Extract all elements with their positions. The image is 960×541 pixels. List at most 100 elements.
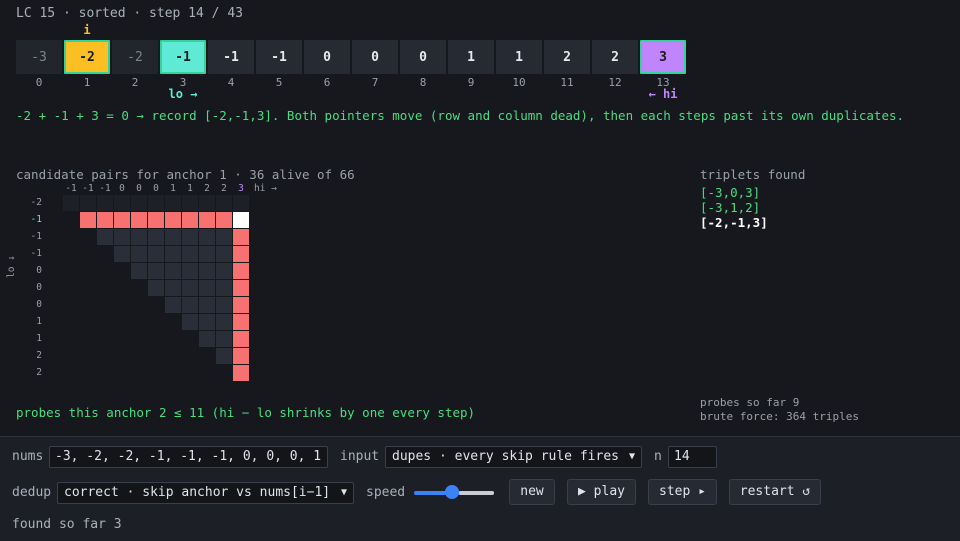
grid-cell	[233, 314, 249, 330]
grid-cell	[199, 229, 215, 245]
grid-cell	[233, 348, 249, 364]
grid-cell	[165, 246, 181, 262]
grid-cell	[148, 195, 164, 211]
grid-cell	[131, 212, 147, 228]
array-index: 11	[560, 76, 574, 89]
speed-slider-handle[interactable]	[445, 485, 459, 499]
array-cell: -1	[208, 40, 254, 74]
play-button[interactable]: ▶ play	[567, 479, 636, 505]
grid-cell	[182, 297, 198, 313]
hi-axis-label: hi →	[254, 183, 277, 194]
speed-slider-rest[interactable]	[459, 491, 494, 495]
n-input[interactable]: 14	[668, 446, 717, 468]
grid-cell	[114, 212, 130, 228]
grid-cell	[233, 246, 249, 262]
grid-cell	[199, 314, 215, 330]
grid-col-label: 0	[119, 183, 125, 194]
grid-cell	[233, 365, 249, 381]
found-count: found so far 3	[12, 517, 122, 532]
array-cell: -3	[16, 40, 62, 74]
array-cell: 3	[640, 40, 686, 74]
grid-cell	[216, 263, 232, 279]
grid-cell	[182, 280, 198, 296]
array-index: 2	[131, 76, 139, 89]
grid-cell	[199, 246, 215, 262]
step-button[interactable]: step ▸	[648, 479, 717, 505]
probes-total: probes so far 9	[700, 396, 800, 409]
dedup-select[interactable]: correct · skip anchor vs nums[i−1] ▼	[57, 482, 354, 504]
array-index: 9	[467, 76, 475, 89]
grid-col-label: 1	[187, 183, 193, 194]
grid-cell	[216, 331, 232, 347]
grid-row-label: 1	[36, 333, 42, 344]
grid-cell	[182, 246, 198, 262]
lo-axis-label: lo ↓	[6, 255, 17, 278]
array-index: 12	[608, 76, 622, 89]
dedup-label: dedup	[12, 485, 52, 500]
grid-row-label: 0	[36, 299, 42, 310]
input-select[interactable]: dupes · every skip rule fires ▼	[385, 446, 642, 468]
grid-cell	[199, 195, 215, 211]
grid-cell	[165, 280, 181, 296]
array-index: 7	[371, 76, 379, 89]
grid-cell	[233, 263, 249, 279]
array-cell: 0	[400, 40, 446, 74]
grid-cell	[182, 263, 198, 279]
grid-cell	[97, 229, 113, 245]
grid-cell	[199, 212, 215, 228]
array-cell: -1	[160, 40, 206, 74]
grid-cell	[148, 246, 164, 262]
grid-cell	[165, 212, 181, 228]
grid-cell	[199, 280, 215, 296]
grid-cell	[182, 195, 198, 211]
triplets-title: triplets found	[700, 167, 806, 182]
grid-col-label: -1	[99, 183, 111, 194]
grid-cell	[63, 195, 79, 211]
grid-row-label: 1	[36, 316, 42, 327]
array-index: 8	[419, 76, 427, 89]
grid-cell	[233, 297, 249, 313]
grid-cell	[131, 246, 147, 262]
nums-label: nums	[12, 449, 44, 464]
grid-cell	[216, 195, 232, 211]
grid-cell	[131, 229, 147, 245]
restart-button[interactable]: restart ↺	[729, 479, 821, 505]
grid-cell	[131, 263, 147, 279]
nums-input[interactable]: -3, -2, -2, -1, -1, -1, 0, 0, 0, 1	[49, 446, 328, 468]
grid-cell	[148, 263, 164, 279]
grid-cell	[97, 195, 113, 211]
grid-cell	[148, 280, 164, 296]
array-cell: 2	[592, 40, 638, 74]
grid-cell	[199, 263, 215, 279]
hi-marker: ← hi	[648, 87, 678, 101]
grid-col-label: 0	[136, 183, 142, 194]
grid-cell	[114, 246, 130, 262]
grid-col-label: -1	[82, 183, 94, 194]
brute-force-count: brute force: 364 triples	[700, 410, 859, 423]
grid-cell	[199, 297, 215, 313]
grid-col-label: 2	[221, 183, 227, 194]
grid-cell	[233, 331, 249, 347]
grid-cell	[216, 246, 232, 262]
grid-cell	[233, 195, 249, 211]
array-cell: 1	[496, 40, 542, 74]
grid-cell	[165, 297, 181, 313]
grid-row-label: -2	[30, 197, 42, 208]
array-cell: 0	[304, 40, 350, 74]
grid-row-label: 0	[36, 282, 42, 293]
grid-col-label: -1	[65, 183, 77, 194]
array-index: 1	[83, 76, 91, 89]
grid-col-label: 3	[238, 183, 244, 194]
array-cell: -2	[112, 40, 158, 74]
grid-cell	[148, 229, 164, 245]
new-button[interactable]: new	[509, 479, 555, 505]
grid-cell	[216, 348, 232, 364]
grid-cell	[148, 212, 164, 228]
anchor-marker: i	[83, 23, 91, 37]
grid-cell	[131, 195, 147, 211]
grid-cell	[216, 297, 232, 313]
grid-row-label: -1	[30, 214, 42, 225]
grid-cell	[165, 195, 181, 211]
input-label: input	[340, 449, 380, 464]
grid-cell	[233, 280, 249, 296]
